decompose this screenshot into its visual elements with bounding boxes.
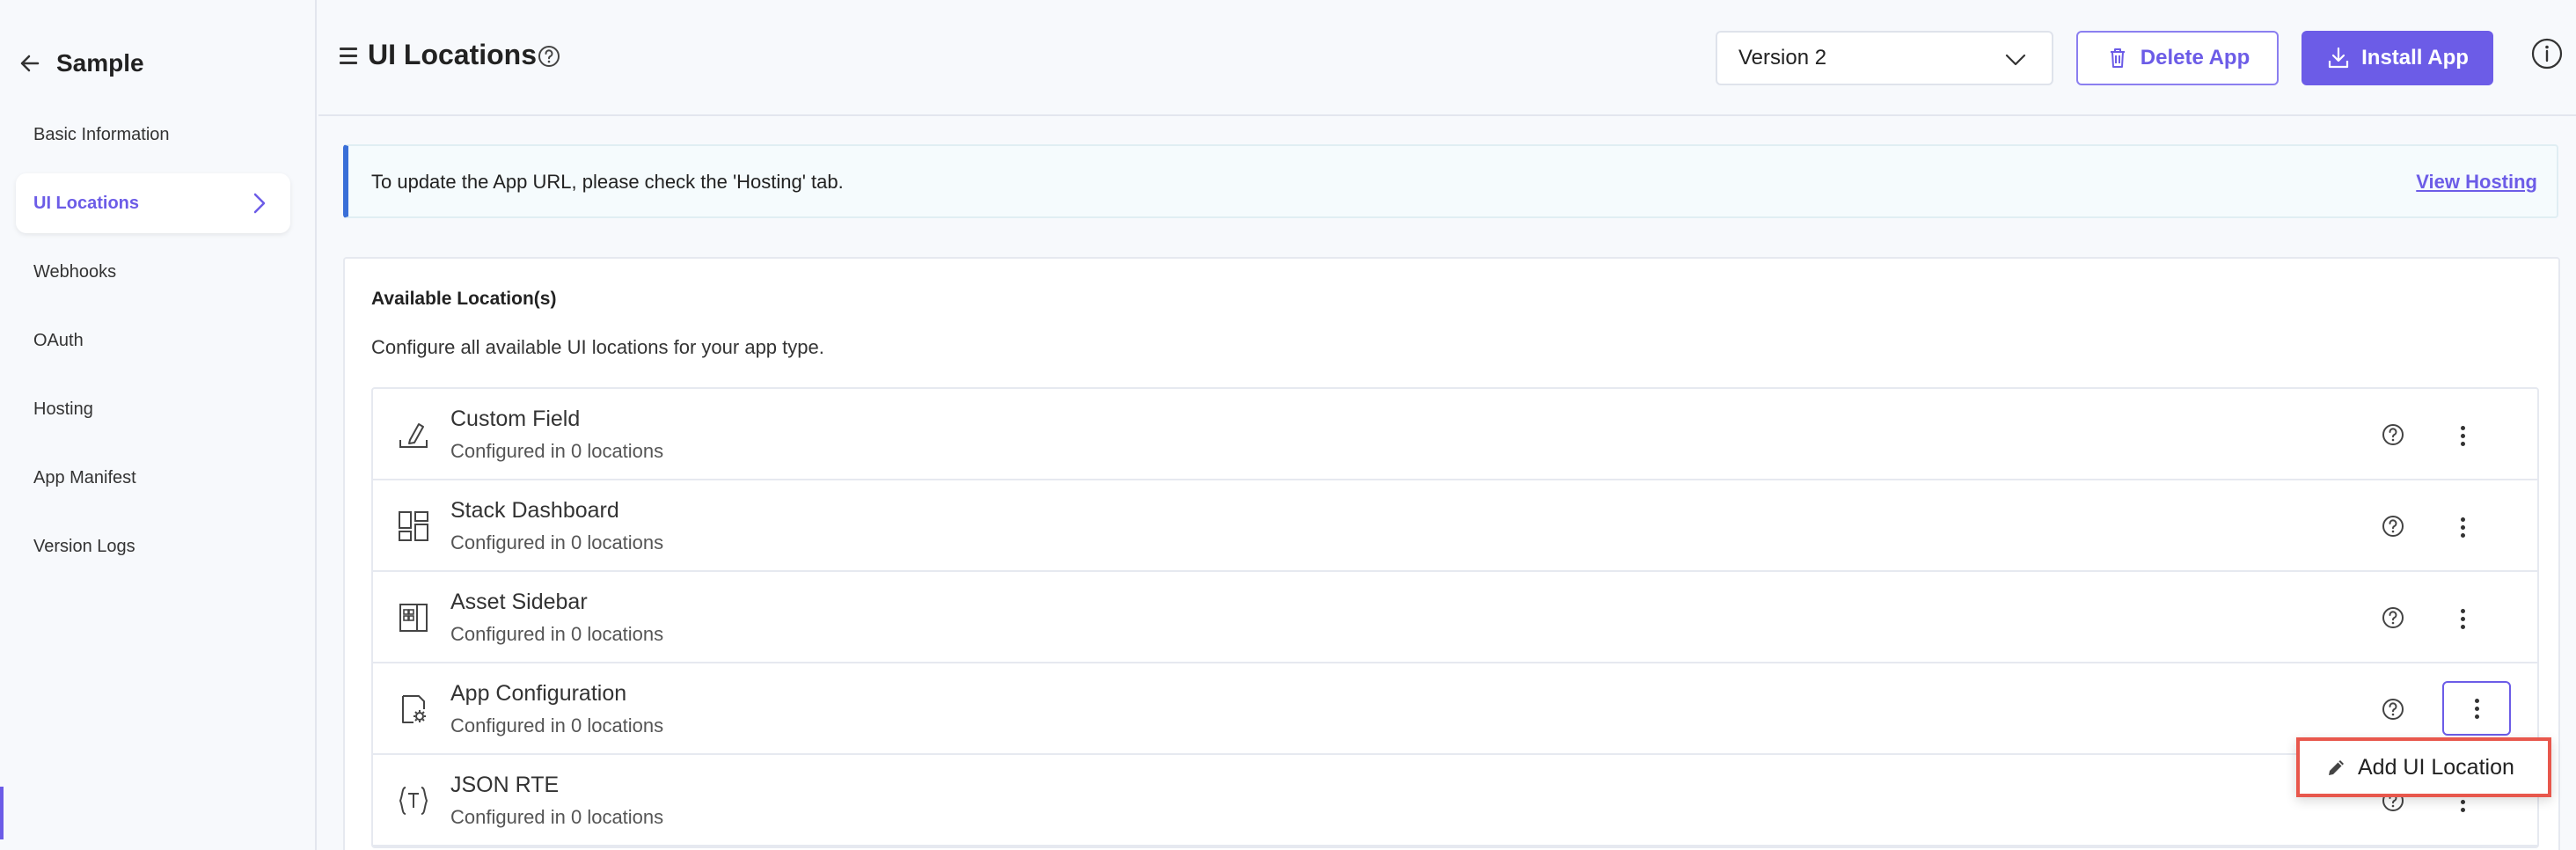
sidebar-item-label: Basic Information (33, 124, 170, 144)
sidebar-item-ui-locations[interactable]: UI Locations (16, 173, 290, 233)
pencil-icon (2326, 757, 2347, 778)
delete-app-label: Delete App (2140, 46, 2250, 70)
sidebar-item-webhooks[interactable]: Webhooks (16, 242, 290, 302)
sidebar-item-basic-information[interactable]: Basic Information (16, 105, 290, 165)
more-options-button[interactable] (2442, 681, 2511, 736)
help-icon[interactable] (537, 44, 561, 69)
info-icon[interactable] (2530, 37, 2564, 70)
install-icon (2326, 46, 2351, 70)
more-vertical-icon (2474, 695, 2479, 722)
location-name: JSON RTE (450, 773, 560, 797)
list-item: JSON RTE Configured in 0 locations (373, 755, 2537, 846)
back-arrow-icon[interactable] (18, 51, 42, 76)
add-ui-location-menu-item[interactable]: Add UI Location (2296, 737, 2551, 797)
version-select[interactable]: Version 2 (1716, 31, 2053, 85)
sidebar-item-label: Version Logs (33, 536, 135, 556)
sidebar-accent-bar (0, 787, 4, 839)
sidebar: Sample Basic Information UI Locations We… (0, 0, 317, 850)
help-icon[interactable] (2381, 697, 2405, 722)
sidebar-nav: Basic Information UI Locations Webhooks … (16, 105, 290, 585)
sidebar-item-label: Hosting (33, 399, 93, 419)
location-name: Stack Dashboard (450, 498, 619, 523)
top-bar: UI Locations Version 2 Delete App Instal… (318, 0, 2576, 116)
custom-field-icon (398, 419, 429, 451)
delete-app-button[interactable]: Delete App (2076, 31, 2279, 85)
app-config-icon (398, 693, 429, 725)
sidebar-item-label: UI Locations (33, 193, 140, 213)
location-name: App Configuration (450, 681, 627, 706)
sidebar-item-label: OAuth (33, 330, 84, 350)
more-vertical-icon (2460, 605, 2465, 633)
location-status: Configured in 0 locations (450, 623, 664, 645)
locations-card: Available Location(s) Configure all avai… (343, 257, 2560, 850)
list-item: Custom Field Configured in 0 locations (373, 389, 2537, 480)
location-name: Asset Sidebar (450, 590, 588, 614)
card-title: Available Location(s) (371, 289, 557, 309)
install-app-button[interactable]: Install App (2302, 31, 2493, 85)
location-name: Custom Field (450, 407, 581, 431)
help-icon[interactable] (2381, 605, 2405, 630)
asset-sidebar-icon (398, 602, 429, 634)
more-options-button[interactable] (2441, 505, 2485, 549)
sidebar-item-app-manifest[interactable]: App Manifest (16, 448, 290, 508)
view-hosting-link[interactable]: View Hosting (2416, 171, 2537, 194)
location-status: Configured in 0 locations (450, 714, 664, 736)
sidebar-header: Sample (18, 44, 144, 83)
more-options-button[interactable] (2441, 414, 2485, 458)
more-vertical-icon (2460, 514, 2465, 541)
sidebar-item-hosting[interactable]: Hosting (16, 379, 290, 439)
app-name: Sample (56, 49, 144, 77)
list-item: Asset Sidebar Configured in 0 locations (373, 572, 2537, 663)
sidebar-item-version-logs[interactable]: Version Logs (16, 517, 290, 576)
json-rte-icon (398, 785, 429, 817)
list-item: Stack Dashboard Configured in 0 location… (373, 480, 2537, 572)
sidebar-item-oauth[interactable]: OAuth (16, 311, 290, 370)
list-item: App Configuration Configured in 0 locati… (373, 663, 2537, 755)
more-options-button[interactable] (2441, 597, 2485, 641)
card-description: Configure all available UI locations for… (371, 336, 824, 358)
location-status: Configured in 0 locations (450, 531, 664, 553)
location-status: Configured in 0 locations (450, 806, 664, 828)
help-icon[interactable] (2381, 422, 2405, 447)
dashboard-icon (398, 510, 429, 542)
chevron-right-icon (246, 191, 271, 216)
install-app-label: Install App (2361, 46, 2469, 70)
locations-list: Custom Field Configured in 0 locations S… (371, 387, 2539, 848)
add-ui-location-label: Add UI Location (2358, 754, 2514, 780)
version-select-value: Version 2 (1738, 46, 1827, 70)
chevron-down-icon (2004, 50, 2027, 68)
trash-icon (2105, 46, 2130, 70)
sidebar-item-label: App Manifest (33, 467, 136, 487)
location-status: Configured in 0 locations (450, 440, 664, 462)
help-icon[interactable] (2381, 514, 2405, 539)
banner-text: To update the App URL, please check the … (371, 171, 844, 193)
sidebar-item-label: Webhooks (33, 261, 117, 282)
more-vertical-icon (2460, 422, 2465, 450)
page-title: UI Locations (368, 39, 538, 70)
info-banner: To update the App URL, please check the … (343, 144, 2558, 218)
hamburger-icon[interactable] (340, 48, 357, 65)
